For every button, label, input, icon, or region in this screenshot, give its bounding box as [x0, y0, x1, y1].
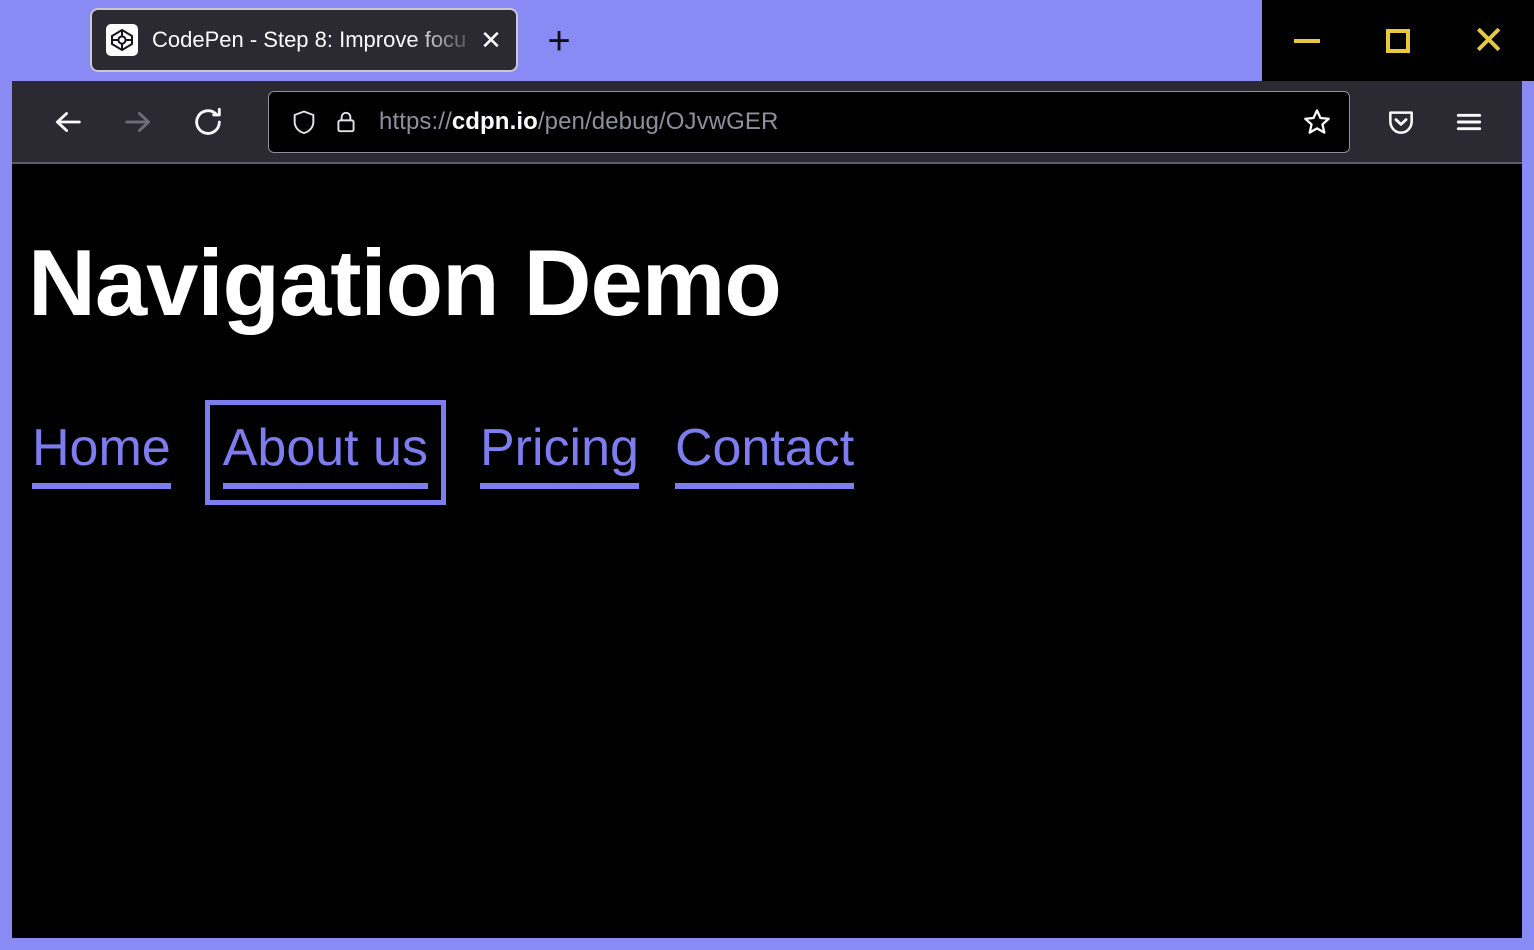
url-domain: cdpn.io — [452, 108, 538, 135]
nav-link-home[interactable]: Home — [28, 414, 175, 491]
shield-icon[interactable] — [283, 101, 325, 143]
nav-link-contact-label: Contact — [675, 419, 854, 477]
page-content: Navigation Demo Home About us Pricing Co… — [12, 164, 1522, 938]
nav-link-underline — [32, 483, 171, 489]
url-text[interactable]: https://cdpn.io/pen/debug/OJvwGER — [379, 108, 1293, 136]
window-controls: ✕ — [1262, 0, 1534, 81]
nav-link-pricing[interactable]: Pricing — [476, 414, 643, 491]
reload-button[interactable] — [174, 88, 242, 156]
browser-tab-codepen[interactable]: CodePen - Step 8: Improve focu ✕ — [90, 8, 518, 72]
star-icon[interactable] — [1293, 98, 1341, 146]
title-bar: CodePen - Step 8: Improve focu ✕ + ✕ — [0, 0, 1534, 81]
main-navigation: Home About us Pricing Contact — [28, 414, 858, 491]
close-icon: ✕ — [1472, 21, 1506, 61]
nav-link-underline — [223, 483, 428, 489]
browser-window: CodePen - Step 8: Improve focu ✕ + ✕ — [0, 0, 1534, 950]
forward-button[interactable] — [104, 88, 172, 156]
maximize-button[interactable] — [1367, 15, 1429, 67]
browser-toolbar: https://cdpn.io/pen/debug/OJvwGER — [12, 81, 1522, 164]
codepen-icon — [106, 24, 138, 56]
minimize-icon — [1294, 39, 1320, 43]
hamburger-menu-button[interactable] — [1440, 91, 1498, 153]
url-scheme: https:// — [379, 108, 452, 135]
forward-arrow-icon — [121, 105, 155, 139]
address-bar[interactable]: https://cdpn.io/pen/debug/OJvwGER — [268, 91, 1350, 153]
nav-link-underline — [675, 483, 854, 489]
page-title: Navigation Demo — [28, 234, 781, 333]
url-path: /pen/debug/OJvwGER — [538, 108, 779, 135]
back-button[interactable] — [34, 88, 102, 156]
tab-strip: CodePen - Step 8: Improve focu ✕ + — [0, 0, 1262, 81]
pocket-icon — [1385, 106, 1417, 138]
hamburger-menu-icon — [1453, 106, 1485, 138]
lock-icon[interactable] — [325, 101, 367, 143]
nav-link-contact[interactable]: Contact — [671, 414, 858, 491]
nav-link-about-us-label: About us — [223, 419, 428, 477]
nav-link-underline — [480, 483, 639, 489]
minimize-button[interactable] — [1276, 15, 1338, 67]
nav-link-about-us[interactable]: About us — [219, 414, 432, 491]
close-window-button[interactable]: ✕ — [1458, 15, 1520, 67]
reload-icon — [191, 105, 225, 139]
tab-title: CodePen - Step 8: Improve focu — [152, 8, 482, 72]
maximize-icon — [1386, 29, 1410, 53]
nav-link-home-label: Home — [32, 419, 171, 477]
new-tab-button[interactable]: + — [533, 18, 585, 64]
nav-link-pricing-label: Pricing — [480, 419, 639, 477]
back-arrow-icon — [51, 105, 85, 139]
pocket-button[interactable] — [1372, 91, 1430, 153]
